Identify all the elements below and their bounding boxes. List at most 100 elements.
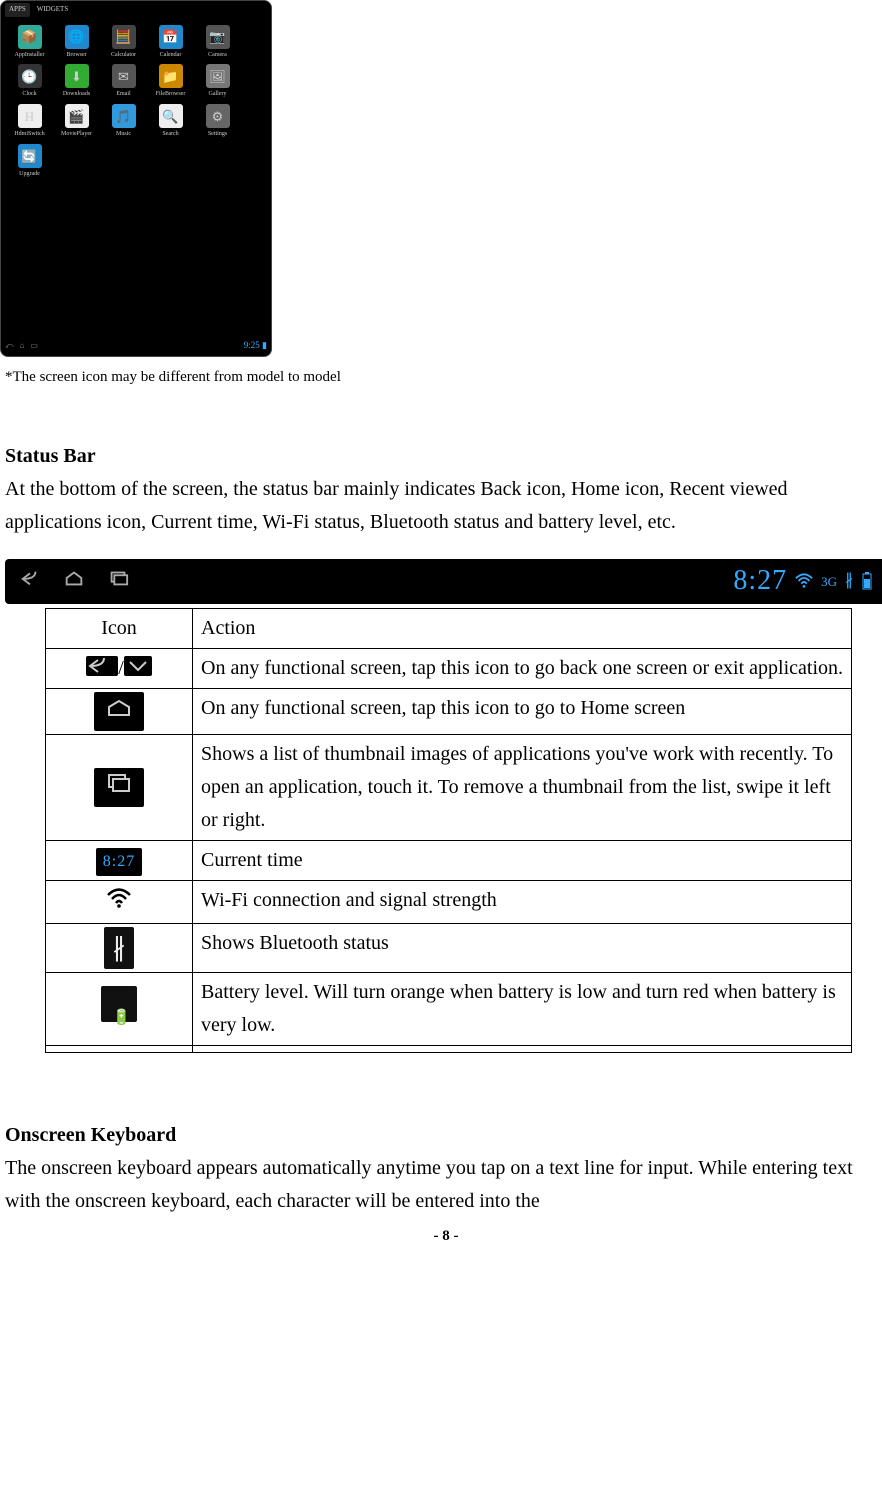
app-camera: 📷 Camera [195,25,240,61]
caption-note: *The screen icon may be different from m… [5,365,882,390]
col-icon: Icon [46,608,193,648]
app-clock: 🕒 Clock [7,64,52,100]
table-row: On any functional screen, tap this icon … [46,688,852,734]
wifi-icon [106,889,132,914]
down-icon [124,656,152,676]
wifi-icon [795,572,813,590]
app-label: Email [116,90,130,100]
app-grid: 📦 AppInstaller 🌐 Browser 🧮 Calculator 📅 Calenda… [1,19,246,183]
app-label: Browser [66,51,86,61]
app-label: Settings [208,130,227,140]
recent-apps-icon [94,768,144,807]
app-icon: 🔄 [18,144,42,168]
app-label: Downloads [63,90,90,100]
app-label: AppInstaller [15,51,45,61]
app-icon: 🔍 [159,104,183,128]
tablet-tabs: APPS WIDGETS [1,1,271,19]
action-text: Wi-Fi connection and signal strength [193,880,852,923]
keyboard-body: The onscreen keyboard appears automatica… [5,1152,882,1218]
home-icon [63,565,85,598]
app-label: HdmiSwitch [14,130,44,140]
col-action: Action [193,608,852,648]
action-text: Battery level. Will turn orange when bat… [193,973,852,1046]
back-icon: ⤺ [5,339,14,352]
app-label: Calendar [160,51,182,61]
app-hdmiswitch: H HdmiSwitch [7,104,52,140]
clock-icon: 8:27 [96,848,142,876]
table-row: /On any functional screen, tap this icon… [46,648,852,688]
app-icon: ⚙ [206,104,230,128]
nav-battery-icon: ▮ [262,340,267,350]
app-label: Upgrade [19,170,40,180]
table-row: Wi-Fi connection and signal strength [46,880,852,923]
recent-apps-icon [107,565,129,598]
table-row: ∦ Shows Bluetooth status [46,924,852,973]
app-icon: 🕒 [18,64,42,88]
home-icon [94,692,144,731]
app-label: Clock [22,90,36,100]
app-icon: H [18,104,42,128]
back-icon [19,565,41,598]
app-gallery: 🖼 Gallery [195,64,240,100]
app-email: ✉ Email [101,64,146,100]
app-upgrade: 🔄 Upgrade [7,144,52,180]
app-icon: 🎬 [65,104,89,128]
page-number: - 8 - [5,1224,882,1249]
app-appinstaller: 📦 AppInstaller [7,25,52,61]
app-label: Music [116,130,131,140]
app-music: 🎵 Music [101,104,146,140]
status-body: At the bottom of the screen, the status … [5,473,882,539]
action-text: Shows a list of thumbnail images of appl… [193,734,852,840]
table-row [46,1046,852,1053]
app-icon: ⬇ [65,64,89,88]
status-heading: Status Bar [5,440,882,473]
app-icon: 🌐 [65,25,89,49]
table-head: Icon Action [46,608,852,648]
battery-icon [101,986,137,1022]
app-label: FileBrowser [156,90,186,100]
app-icon: 🎵 [112,104,136,128]
table-row: Shows a list of thumbnail images of appl… [46,734,852,840]
app-label: MoviePlayer [61,130,92,140]
app-icon: 📅 [159,25,183,49]
action-text: On any functional screen, tap this icon … [193,688,852,734]
app-icon: 📁 [159,64,183,88]
action-text [193,1046,852,1053]
battery-icon [861,571,873,591]
table-row: 8:27 Current time [46,840,852,880]
app-icon: 📦 [18,25,42,49]
tablet-navbar: ⤺ ⌂ ▭ 9:25 ▮ [5,338,267,353]
app-label: Camera [208,51,227,61]
recent-apps-icon: ▭ [30,339,38,352]
icon-table: Icon Action /On any functional screen, t… [45,608,852,1053]
app-filebrowser: 📁 FileBrowser [148,64,193,100]
status-bar-demo: 8:27 3G ∦ [5,559,882,604]
app-icon: 🖼 [206,64,230,88]
app-calculator: 🧮 Calculator [101,25,146,61]
action-text: Shows Bluetooth status [193,924,852,973]
bluetooth-icon: ∦ [104,927,134,969]
app-movieplayer: 🎬 MoviePlayer [54,104,99,140]
tablet-screenshot: APPS WIDGETS 📦 AppInstaller 🌐 Browser 🧮 Calcu… [0,0,272,357]
app-search: 🔍 Search [148,104,193,140]
app-label: Calculator [111,51,136,61]
app-browser: 🌐 Browser [54,25,99,61]
bluetooth-icon: ∦ [845,568,853,594]
status-time: 8:27 [733,558,787,604]
app-label: Search [162,130,178,140]
app-calendar: 📅 Calendar [148,25,193,61]
app-icon: ✉ [112,64,136,88]
action-text: Current time [193,840,852,880]
tab-widgets: WIDGETS [33,3,73,17]
app-icon: 🧮 [112,25,136,49]
nav-time: 9:25 [244,340,260,350]
app-settings: ⚙ Settings [195,104,240,140]
app-downloads: ⬇ Downloads [54,64,99,100]
app-label: Gallery [209,90,227,100]
app-icon: 📷 [206,25,230,49]
keyboard-heading: Onscreen Keyboard [5,1119,882,1152]
action-text: On any functional screen, tap this icon … [193,648,852,688]
home-icon: ⌂ [20,339,25,352]
table-row: Battery level. Will turn orange when bat… [46,973,852,1046]
tab-apps: APPS [5,3,30,17]
